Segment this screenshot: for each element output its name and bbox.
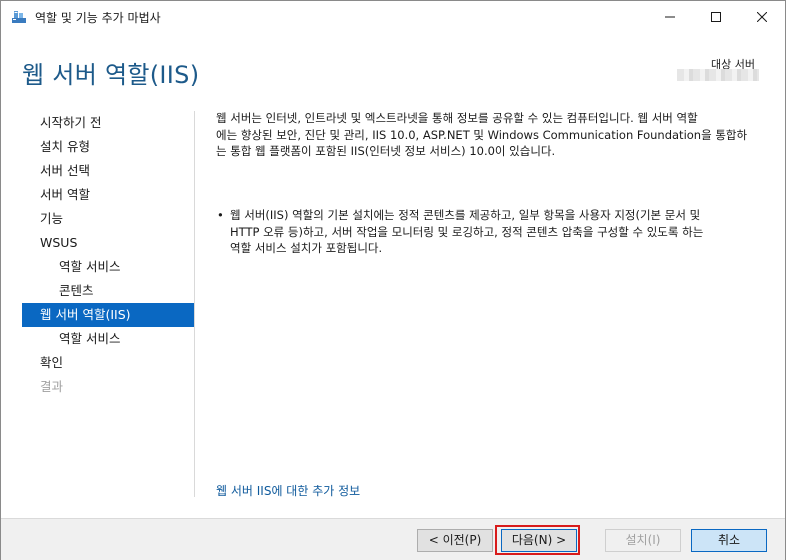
bullet-item: • 웹 서버(IIS) 역할의 기본 설치에는 정적 콘텐츠를 제공하고, 일부… (216, 207, 761, 257)
maximize-icon (711, 7, 721, 26)
nav-item[interactable]: 역할 서비스 (22, 255, 194, 279)
bullet-line: 웹 서버(IIS) 역할의 기본 설치에는 정적 콘텐츠를 제공하고, 일부 항… (230, 208, 701, 222)
nav-item[interactable]: 역할 서비스 (22, 327, 194, 351)
bullet-dot: • (217, 208, 224, 222)
wizard-window: 역할 및 기능 추가 마법사 웹 서버 역할(IIS) 대상 서버 시작하기 전… (0, 0, 786, 560)
bullet-line: HTTP 오류 등)하고, 서버 작업을 모니터링 및 로깅하고, 정적 콘텐츠… (230, 224, 704, 239)
close-button[interactable] (739, 1, 785, 32)
install-button: 설치(I) (605, 529, 681, 552)
nav-item[interactable]: 기능 (22, 207, 194, 231)
close-icon (756, 7, 768, 26)
nav-item: 결과 (40, 379, 64, 394)
role-description: 웹 서버는 인터넷, 인트라넷 및 엑스트라넷을 통해 정보를 공유할 수 있는… (216, 110, 761, 160)
page-title: 웹 서버 역할(IIS) (22, 61, 200, 89)
nav-item[interactable]: 서버 선택 (22, 159, 194, 183)
nav-item[interactable]: 웹 서버 역할(IIS) (22, 303, 194, 327)
nav-item[interactable]: WSUS (22, 231, 194, 255)
minimize-button[interactable] (647, 1, 693, 32)
nav-item[interactable]: 확인 (22, 351, 194, 375)
nav-item[interactable]: 시작하기 전 (22, 111, 194, 135)
previous-button[interactable]: < 이전(P) (417, 529, 493, 552)
footer-bar: < 이전(P) 다음(N) > 설치(I) 취소 (1, 518, 785, 560)
more-info-link[interactable]: 웹 서버 IIS에 대한 추가 정보 (216, 482, 360, 499)
cancel-button[interactable]: 취소 (691, 529, 767, 552)
nav-item[interactable]: 설치 유형 (22, 135, 194, 159)
minimize-icon (665, 7, 675, 26)
nav-item[interactable]: 서버 역할 (22, 183, 194, 207)
window-title: 역할 및 기능 추가 마법사 (35, 11, 161, 25)
description-line: 에는 향상된 보안, 진단 및 관리, IIS 10.0, ASP.NET 및 … (216, 127, 748, 142)
nav-divider (194, 111, 195, 497)
wizard-steps-nav: 시작하기 전 설치 유형 서버 선택 서버 역할 기능 WSUS 역할 서비스 콘텐츠 웹 서버… (22, 111, 194, 399)
destination-server-value-redacted (677, 69, 759, 81)
nav-item[interactable]: 콘텐츠 (22, 279, 194, 303)
description-line: 는 통합 웹 플랫폼이 포함된 IIS(인터넷 정보 서비스) 10.0이 있습… (216, 144, 556, 158)
next-button[interactable]: 다음(N) > (501, 529, 577, 552)
bullet-line: 역할 서비스 설치가 포함됩니다. (230, 241, 383, 255)
maximize-button[interactable] (693, 1, 739, 32)
title-bar[interactable]: 역할 및 기능 추가 마법사 (1, 1, 785, 32)
content-panel: 웹 서버는 인터넷, 인트라넷 및 엑스트라넷을 통해 정보를 공유할 수 있는… (216, 110, 761, 255)
bullet-list: • 웹 서버(IIS) 역할의 기본 설치에는 정적 콘텐츠를 제공하고, 일부… (216, 207, 761, 257)
server-manager-icon (11, 9, 27, 25)
description-line: 웹 서버는 인터넷, 인트라넷 및 엑스트라넷을 통해 정보를 공유할 수 있는… (216, 111, 698, 125)
